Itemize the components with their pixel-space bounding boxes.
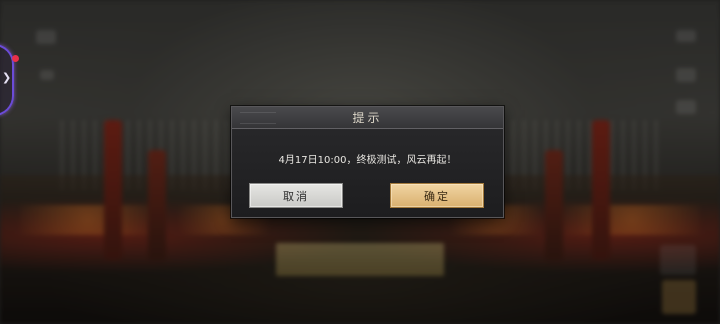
cancel-button[interactable]: 取消	[249, 183, 343, 208]
chevron-right-icon: ❯	[2, 71, 12, 84]
confirm-button[interactable]: 确定	[390, 183, 484, 208]
dialog-header: 提示	[232, 107, 503, 129]
header-ornament	[240, 112, 276, 124]
dialog-message: 4月17日10:00，终极测试，风云再起！	[278, 155, 457, 166]
notification-dot	[12, 55, 19, 62]
dialog-title: 提示	[352, 111, 383, 125]
